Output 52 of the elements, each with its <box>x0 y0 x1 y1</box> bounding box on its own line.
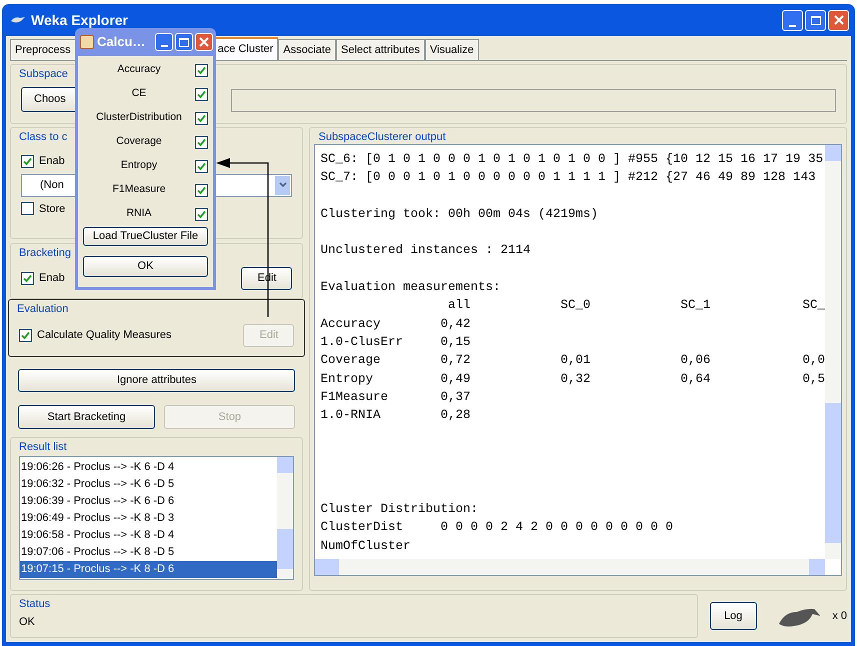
group-title: Evaluation <box>17 302 68 317</box>
table-cell-text: 0,42 <box>440 316 470 333</box>
group-title: Subspace <box>19 67 68 82</box>
window-title: Weka Explorer <box>31 10 128 30</box>
checkbox-label: Enab <box>39 154 65 169</box>
table-cell-text: 0,49 <box>440 370 470 388</box>
output-line: SC_6: [0 1 0 1 0 0 0 1 0 1 0 1 0 1 0 0 ] #955 {10 12 15 16 17 19 35 <box>320 151 824 168</box>
table-cell-text: 1.0-RNIA <box>320 407 382 424</box>
table-cell-text: 0,72 <box>440 352 470 370</box>
table-header: SC_1 <box>679 297 710 314</box>
task-count: x 0 <box>832 608 847 624</box>
group-title: SubspaceClusterer output <box>318 130 446 145</box>
status-text: OK <box>19 614 35 630</box>
group-title: Bracketing <box>19 246 71 261</box>
output-line: Evaluation measurements: <box>320 279 501 296</box>
group-title: Class to c <box>19 130 68 145</box>
output-line: SC_7: [0 0 0 1 0 1 0 0 0 0 0 0 1 1 1 1 ] #212 {27 46 49 89 128 143 <box>320 169 816 186</box>
table-cell-text: Accuracy <box>320 316 382 333</box>
checkbox-label: Enab <box>39 270 65 286</box>
table-cell-text: 0,28 <box>440 407 470 424</box>
table-cell-text: 0,06 <box>679 352 710 370</box>
table-cell-text: 0,0 <box>801 352 825 370</box>
table-cell-text: 0,32 <box>559 370 590 388</box>
measure-label: F1Measure <box>111 182 167 198</box>
table-cell-text: 0,15 <box>440 334 470 351</box>
output-line: Clustering took: 00h 00m 04s (4219ms) <box>320 206 598 223</box>
table-cell-text: 0,64 <box>679 370 710 388</box>
table-header: SC_0 <box>559 297 590 314</box>
dialog-title: Calcu… <box>97 33 146 52</box>
table-cell-text: 0,01 <box>559 352 590 370</box>
group-title: Status <box>19 597 50 612</box>
table-header: all <box>446 297 470 314</box>
group-title: Result list <box>19 440 67 455</box>
table-cell-text: 0,5 <box>801 370 825 388</box>
checkbox-label: Store <box>39 202 66 216</box>
measure-label: Coverage <box>115 134 163 150</box>
output-line: Unclustered instances : 2114 <box>320 242 531 260</box>
table-cell-text: Entropy <box>320 370 374 388</box>
table-cell-text: 0,37 <box>440 388 470 406</box>
measure-label: CE <box>130 86 148 102</box>
table-cell-text: 1.0-ClusErr <box>320 334 404 351</box>
output-line: Cluster Distribution: <box>320 501 478 518</box>
table-cell-text: Coverage <box>320 352 382 370</box>
measure-label: RNIA <box>125 206 153 222</box>
table-header: SC_ <box>801 297 825 314</box>
output-line: NumOfCluster <box>320 538 410 555</box>
checkbox-label: Calculate Quality Measures <box>37 328 172 343</box>
table-cell-text: F1Measure <box>320 388 389 406</box>
output-line: ClusterDist 0 0 0 0 2 4 2 0 0 0 0 0 0 0 0 0 <box>320 519 674 536</box>
measure-label: Accuracy <box>116 62 162 78</box>
measure-label: Entropy <box>120 158 158 174</box>
measure-label: ClusterDistribution <box>95 110 183 126</box>
